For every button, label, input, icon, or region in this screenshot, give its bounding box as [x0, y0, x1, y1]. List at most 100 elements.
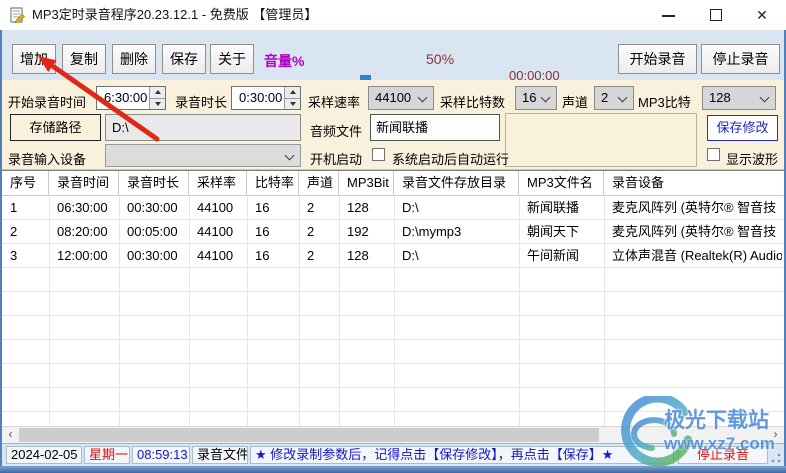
audio-file-field[interactable]: 新闻联播 [370, 114, 500, 141]
resize-grip[interactable] [770, 452, 782, 464]
cell: 44100 [197, 224, 234, 239]
autostart-label: 开机启动 [310, 152, 363, 167]
cell: 3 [10, 248, 18, 263]
status-time: 08:59:13 [132, 446, 190, 464]
toolbar: 增加 复制 删除 保存 关于 音量% 50% 00:00:00 开始录音 停止录音 [2, 30, 784, 102]
spinner-down-icon[interactable] [285, 97, 300, 109]
cell: 2 [307, 224, 315, 239]
show-waveform-label: 显示波形 [726, 152, 779, 167]
cell: 2 [307, 248, 315, 263]
close-button[interactable]: ✕ [739, 0, 785, 30]
cell: 00:30:00 [127, 200, 178, 215]
window-border-bottom[interactable] [0, 466, 786, 473]
duration-value: 0:30:00 [239, 90, 283, 105]
column-header-5[interactable]: 声道 [299, 171, 339, 195]
volume-label: 音量% [264, 53, 305, 69]
minimize-icon [662, 15, 675, 17]
sample-bits-select[interactable]: 16 [515, 86, 557, 110]
duration-label: 录音时长 [175, 95, 228, 110]
column-header-7[interactable]: 录音文件存放目录 [394, 171, 519, 195]
cell: 1 [10, 200, 18, 215]
storage-path-field[interactable]: D:\ [105, 114, 301, 141]
channels-select[interactable]: 2 [594, 86, 634, 110]
sample-rate-select[interactable]: 44100 [368, 86, 434, 110]
table-body: 1 06:30:00 00:30:00 44100 16 2 128 D:\ 新闻联播 麦克风阵列… [2, 196, 784, 426]
scroll-right-icon[interactable]: › [767, 427, 784, 443]
start-recording-button[interactable]: 开始录音 [618, 44, 697, 74]
cell: D:\ [402, 248, 419, 263]
cell: 44100 [197, 248, 234, 263]
cell: 午间新闻 [527, 248, 580, 263]
table-row-3[interactable]: 3 12:00:00 00:30:00 44100 16 2 128 D:\ 午间新闻 立体声混音… [2, 244, 784, 268]
settings-panel: 开始录音时间 6:30:00 录音时长 0:30:00 采样速率 44100 采… [2, 80, 784, 170]
status-hint: ★ 修改录制参数后，记得点击【保存修改】，再点击【保存】★ [250, 446, 674, 464]
table-row-2[interactable]: 2 08:20:00 00:05:00 44100 16 2 192 D:\mymp3 朝闻天下… [2, 220, 784, 244]
window-title: MP3定时录音程序20.23.12.1 - 免费版 【管理员】 [32, 7, 318, 22]
toolbar-button-0[interactable]: 增加 [12, 44, 56, 74]
scroll-left-icon[interactable]: ‹ [2, 427, 19, 443]
cell: 立体声混音 (Realtek(R) Audio [612, 248, 782, 263]
autostart-checkbox-label: 系统启动后自动运行 [392, 152, 510, 167]
title-bar: MP3定时录音程序20.23.12.1 - 免费版 【管理员】 ✕ [0, 0, 786, 31]
column-header-8[interactable]: MP3文件名 [519, 171, 604, 195]
app-icon [10, 7, 25, 23]
audio-file-label: 音频文件 [310, 124, 363, 139]
status-mode: 录音文件 [192, 446, 248, 464]
status-recording-state: 停止录音 [678, 446, 768, 464]
column-header-2[interactable]: 录音时长 [119, 171, 189, 195]
column-header-9[interactable]: 录音设备 [604, 171, 782, 195]
minimize-button[interactable] [646, 0, 692, 30]
input-device-select[interactable] [105, 144, 301, 167]
scrollbar-thumb[interactable] [19, 428, 599, 442]
start-time-spinner[interactable]: 6:30:00 [96, 86, 166, 110]
cell: 朝闻天下 [527, 224, 580, 239]
table-header-row: 序号 录音时间 录音时长 采样率 比特率 声道 MP3Bit 录音文件存放目录 MP3文件名 录音… [2, 171, 784, 196]
start-time-value: 6:30:00 [104, 90, 148, 105]
cell: 12:00:00 [57, 248, 108, 263]
maximize-icon [710, 9, 722, 21]
spinner-up-icon[interactable] [285, 87, 300, 98]
sample-bits-value: 16 [522, 90, 537, 105]
volume-percent-value: 50% [426, 51, 455, 67]
spinner-down-icon[interactable] [150, 97, 165, 109]
info-frame [505, 113, 697, 167]
combo-chevron-icon [284, 150, 295, 161]
table-row-1[interactable]: 1 06:30:00 00:30:00 44100 16 2 128 D:\ 新闻联播 麦克风阵列… [2, 196, 784, 220]
column-header-4[interactable]: 比特率 [247, 171, 299, 195]
autostart-checkbox[interactable] [372, 148, 385, 161]
close-icon: ✕ [756, 7, 768, 23]
toolbar-button-2[interactable]: 删除 [112, 44, 156, 74]
save-changes-button[interactable]: 保存修改 [707, 115, 778, 141]
duration-spinner[interactable]: 0:30:00 [231, 86, 301, 110]
column-header-3[interactable]: 采样率 [189, 171, 247, 195]
recording-task-table: 序号 录音时间 录音时长 采样率 比特率 声道 MP3Bit 录音文件存放目录 MP3文件名 录音… [2, 170, 784, 443]
cell: 00:30:00 [127, 248, 178, 263]
horizontal-scrollbar[interactable]: ‹ › [2, 426, 784, 443]
spinner-up-icon[interactable] [150, 87, 165, 98]
cell: 麦克风阵列 (英特尔® 智音技 [612, 200, 777, 215]
status-weekday: 星期一 [84, 446, 130, 464]
maximize-button[interactable] [693, 0, 739, 30]
toolbar-button-3[interactable]: 保存 [162, 44, 206, 74]
cell: D:\mymp3 [402, 224, 462, 239]
cell: 128 [347, 248, 369, 263]
channels-value: 2 [601, 90, 609, 105]
storage-path-button[interactable]: 存储路径 [10, 114, 101, 141]
column-header-1[interactable]: 录音时间 [49, 171, 119, 195]
show-waveform-checkbox[interactable] [707, 148, 720, 161]
app-window: MP3定时录音程序20.23.12.1 - 免费版 【管理员】 ✕ 增加 复制 删除… [0, 0, 786, 473]
cell: 麦克风阵列 (英特尔® 智音技 [612, 224, 777, 239]
channels-label: 声道 [562, 95, 589, 110]
column-header-6[interactable]: MP3Bit [339, 171, 394, 195]
mp3-bitrate-select[interactable]: 128 [702, 86, 776, 110]
cell: 192 [347, 224, 369, 239]
cell: 16 [255, 200, 270, 215]
column-header-0[interactable]: 序号 [2, 171, 49, 195]
cell: 2 [307, 200, 315, 215]
stop-recording-button[interactable]: 停止录音 [701, 44, 780, 74]
toolbar-button-4[interactable]: 关于 [210, 44, 254, 74]
sample-rate-label: 采样速率 [308, 95, 361, 110]
toolbar-button-1[interactable]: 复制 [62, 44, 106, 74]
cell: 08:20:00 [57, 224, 108, 239]
status-bar: 2024-02-05 星期一 08:59:13 录音文件 ★ 修改录制参数后，记… [2, 443, 784, 466]
